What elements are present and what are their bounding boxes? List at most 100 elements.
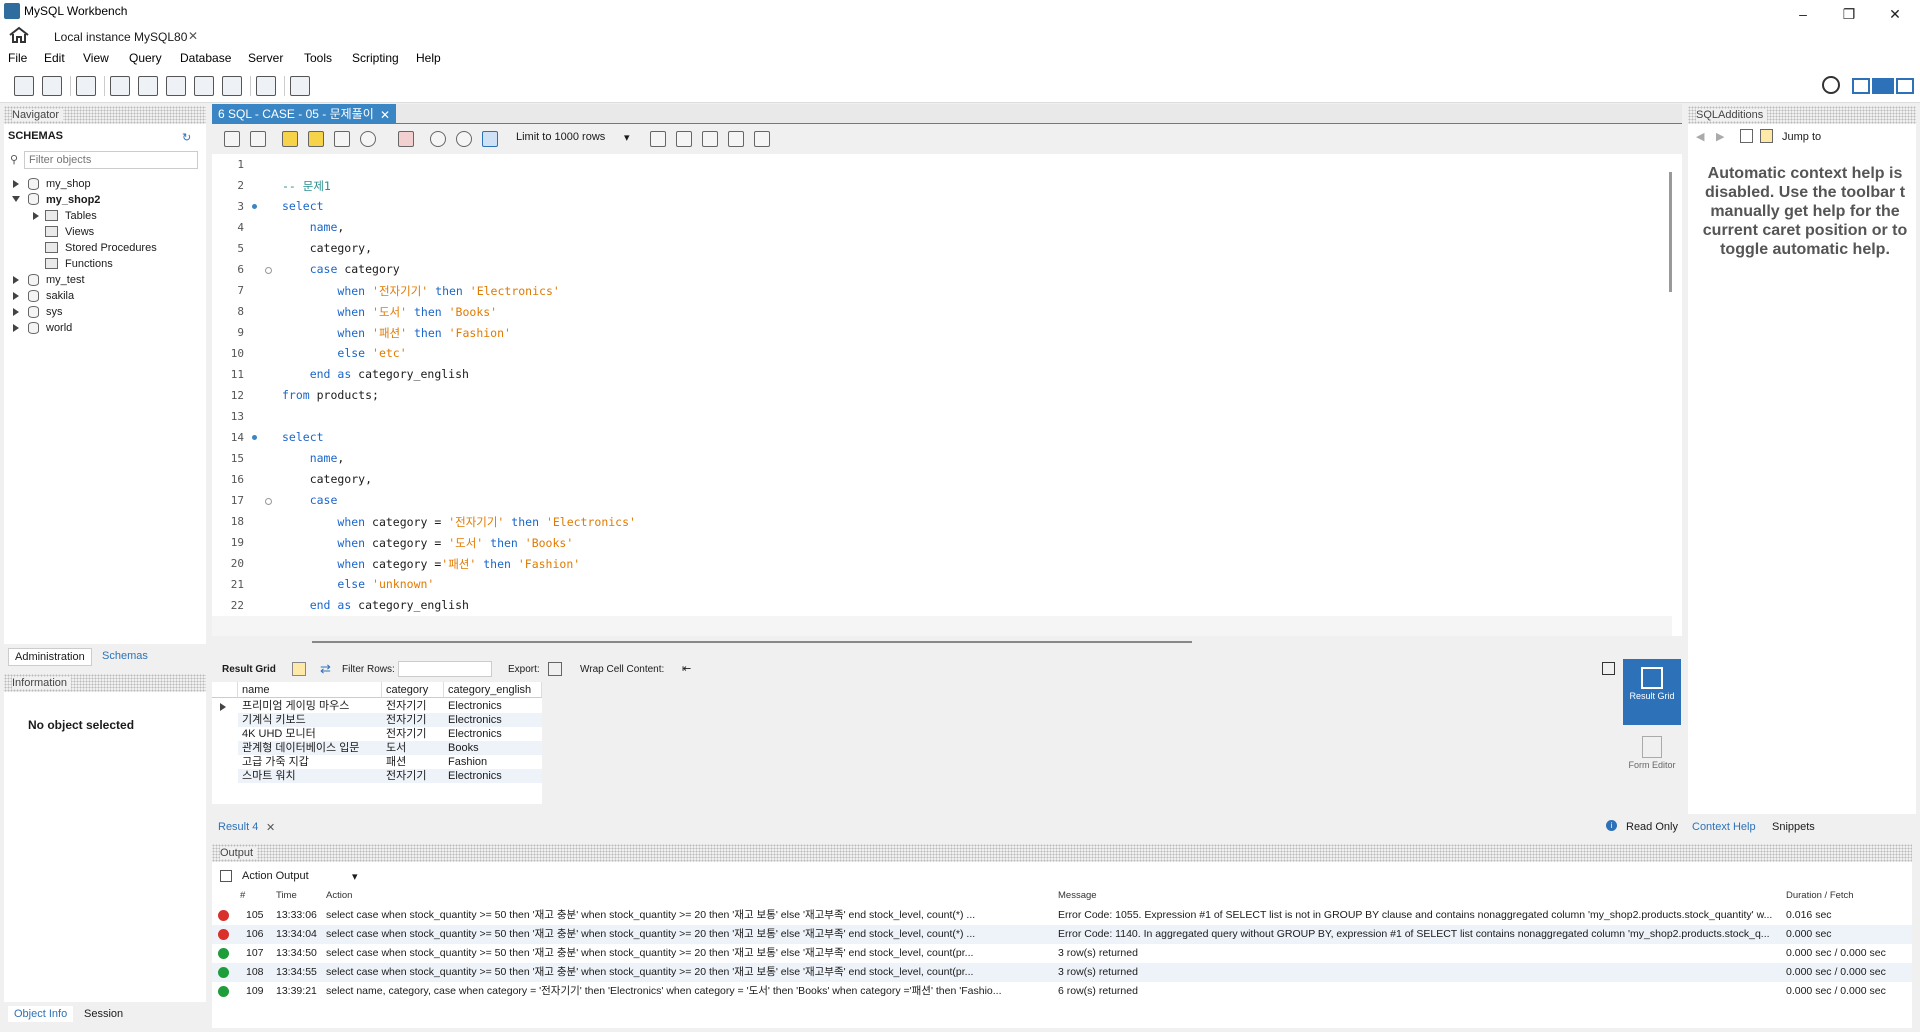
table-cell[interactable]: 4K UHD 모니터 (238, 727, 382, 741)
create-procedure-icon[interactable] (194, 76, 214, 96)
output-row[interactable]: 109 13:39:21 select name, category, case w… (212, 982, 1912, 1001)
open-file-icon[interactable] (224, 131, 240, 147)
commit-icon[interactable] (430, 131, 446, 147)
table-cell[interactable]: 전자기기 (382, 699, 444, 713)
settings-gear-icon[interactable] (1822, 76, 1840, 94)
table-cell[interactable]: 도서 (382, 741, 444, 755)
execute-icon[interactable] (282, 131, 298, 147)
output-row[interactable]: 107 13:34:50 select case when stock_quanti… (212, 944, 1912, 963)
sql-editor-tab[interactable]: 6 SQL - CASE - 05 - 문제풀이 ✕ (212, 104, 396, 124)
open-sql-script-icon[interactable] (42, 76, 62, 96)
output-row[interactable]: 105 13:33:06 select case when stock_quanti… (212, 906, 1912, 925)
table-cell[interactable]: 고급 가죽 지갑 (238, 755, 382, 769)
filter-rows-input[interactable] (398, 661, 492, 677)
new-sql-tab-icon[interactable] (14, 76, 34, 96)
tab-administration[interactable]: Administration (8, 648, 92, 666)
result-grid-button[interactable]: Result Grid (1623, 659, 1681, 725)
output-row[interactable]: 106 13:34:04 select case when stock_quanti… (212, 925, 1912, 944)
menu-query[interactable]: Query (129, 51, 162, 65)
toggle-secondary-sidebar-icon[interactable] (1896, 78, 1914, 94)
toggle-sidebar-icon[interactable] (1852, 78, 1870, 94)
node-tables[interactable]: Tables (65, 210, 97, 222)
table-cell[interactable]: Electronics (444, 727, 542, 741)
column-header-name[interactable]: name (238, 682, 382, 698)
inspector-icon[interactable] (76, 76, 96, 96)
horizontal-scrollbar[interactable] (312, 641, 1192, 643)
create-schema-icon[interactable] (110, 76, 130, 96)
node-views[interactable]: Views (65, 226, 94, 238)
menu-server[interactable]: Server (248, 51, 283, 65)
forward-icon[interactable]: ▶ (1716, 130, 1724, 143)
manual-help-icon[interactable] (1740, 129, 1753, 143)
column-header-category[interactable]: category (382, 682, 444, 698)
tab-object-info[interactable]: Object Info (8, 1006, 74, 1022)
search-table-data-icon[interactable] (256, 76, 276, 96)
export-icon[interactable] (548, 662, 562, 676)
fold-icon[interactable] (265, 267, 272, 274)
limit-rows-select[interactable]: Limit to 1000 rows ▾ (516, 131, 636, 149)
expand-icon[interactable] (13, 276, 19, 284)
schema-sys[interactable]: sys (46, 306, 63, 318)
schema-world[interactable]: world (46, 322, 72, 334)
refresh-icon[interactable]: ⇄ (320, 661, 331, 677)
reconnect-icon[interactable] (290, 76, 310, 96)
table-cell[interactable]: 패션 (382, 755, 444, 769)
save-icon[interactable] (250, 131, 266, 147)
schema-my-test[interactable]: my_test (46, 274, 85, 286)
refresh-icon[interactable]: ↻ (182, 131, 191, 144)
table-cell[interactable]: 전자기기 (382, 727, 444, 741)
table-cell[interactable]: Electronics (444, 699, 542, 713)
expand-icon[interactable] (13, 292, 19, 300)
output-type-select[interactable]: Action Output ▾ (242, 870, 368, 886)
grid-icon[interactable] (292, 662, 306, 676)
table-cell[interactable]: Fashion (444, 755, 542, 769)
sql-editor[interactable]: 1 2 3 4 5 6 7 8 9 10 11 12 13 14 15 16 1… (212, 154, 1682, 643)
result-tab[interactable]: Result 4 (218, 821, 258, 833)
wrap-lines-icon[interactable] (754, 131, 770, 147)
tab-schemas[interactable]: Schemas (96, 648, 154, 664)
menu-database[interactable]: Database (180, 51, 231, 65)
table-cell[interactable]: Electronics (444, 713, 542, 727)
add-snippet-icon[interactable] (650, 131, 666, 147)
vertical-scrollbar[interactable] (1669, 172, 1672, 292)
table-cell[interactable]: 관계형 데이터베이스 입문 (238, 741, 382, 755)
output-row[interactable]: 108 13:34:55 select case when stock_quanti… (212, 963, 1912, 982)
beautify-icon[interactable] (676, 131, 692, 147)
expand-icon[interactable] (13, 180, 19, 188)
menu-view[interactable]: View (83, 51, 109, 65)
menu-tools[interactable]: Tools (304, 51, 332, 65)
expand-icon[interactable] (13, 308, 19, 316)
node-stored-procedures[interactable]: Stored Procedures (65, 242, 157, 254)
table-cell[interactable]: 기계식 키보드 (238, 713, 382, 727)
invisible-chars-icon[interactable] (728, 131, 744, 147)
create-table-icon[interactable] (138, 76, 158, 96)
result-grid[interactable]: name category category_english 프리미엄 게이밍 … (212, 682, 542, 804)
node-functions[interactable]: Functions (65, 258, 113, 270)
create-function-icon[interactable] (222, 76, 242, 96)
filter-objects-input[interactable] (24, 151, 198, 169)
fold-icon[interactable] (265, 498, 272, 505)
table-cell[interactable]: Books (444, 741, 542, 755)
table-cell[interactable]: 프리미엄 게이밍 마우스 (238, 699, 382, 713)
form-editor-button[interactable]: Form Editor (1623, 730, 1681, 796)
toggle-error-stop-icon[interactable] (398, 131, 414, 147)
table-cell[interactable]: Electronics (444, 769, 542, 783)
column-header-category-english[interactable]: category_english (444, 682, 542, 698)
menu-help[interactable]: Help (416, 51, 441, 65)
tab-context-help[interactable]: Context Help (1692, 821, 1756, 833)
table-cell[interactable]: 전자기기 (382, 713, 444, 727)
schema-sakila[interactable]: sakila (46, 290, 74, 302)
expand-icon[interactable] (13, 324, 19, 332)
table-cell[interactable]: 전자기기 (382, 769, 444, 783)
table-cell[interactable]: 스마트 워치 (238, 769, 382, 783)
copy-icon[interactable] (220, 870, 232, 882)
rollback-icon[interactable] (456, 131, 472, 147)
menu-scripting[interactable]: Scripting (352, 51, 399, 65)
auto-help-icon[interactable] (1760, 129, 1773, 143)
schema-my-shop2[interactable]: my_shop2 (46, 194, 100, 206)
toggle-panel-icon[interactable] (1602, 662, 1615, 675)
menu-edit[interactable]: Edit (44, 51, 65, 65)
collapse-icon[interactable] (12, 196, 20, 202)
create-view-icon[interactable] (166, 76, 186, 96)
autocommit-icon[interactable] (482, 131, 498, 147)
